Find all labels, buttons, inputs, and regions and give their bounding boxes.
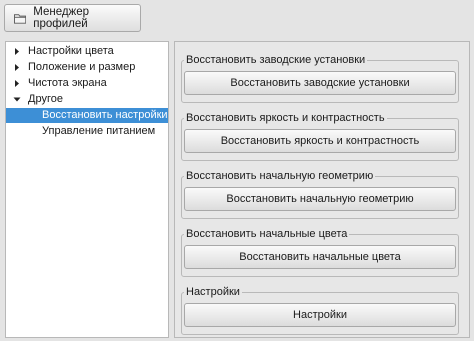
profile-manager-label: Менеджер профилей [33,6,90,30]
tree-item-screen-clarity[interactable]: Чистота экрана [6,76,168,91]
settings-group: Настройки Настройки [181,285,459,335]
settings-tree: Настройки цвета Положение и размер Чисто… [5,41,169,338]
tree-item-position-size[interactable]: Положение и размер [6,60,168,75]
restore-colors-button[interactable]: Восстановить начальные цвета [184,245,456,269]
settings-button[interactable]: Настройки [184,303,456,327]
group-title: Настройки [184,285,242,299]
collapsed-arrow-icon[interactable] [12,44,22,59]
group-title: Восстановить яркость и контрастность [184,111,387,125]
tree-item-label: Чистота экрана [28,77,107,89]
geometry-group: Восстановить начальную геометрию Восстан… [181,169,459,219]
brightness-contrast-group: Восстановить яркость и контрастность Вос… [181,111,459,161]
tree-item-label: Настройки цвета [28,45,114,57]
tree-item-label: Управление питанием [42,125,156,137]
collapsed-arrow-icon[interactable] [12,60,22,75]
colors-group: Восстановить начальные цвета Восстановит… [181,227,459,277]
folder-icon [14,13,27,24]
tree-item-restore-settings[interactable]: Восстановить настройки [6,108,168,123]
group-title: Восстановить начальные цвета [184,227,350,241]
restore-geometry-button[interactable]: Восстановить начальную геометрию [184,187,456,211]
tree-item-label: Положение и размер [28,61,136,73]
group-title: Восстановить начальную геометрию [184,169,376,183]
group-title: Восстановить заводские установки [184,53,368,67]
tree-item-label: Другое [28,93,63,105]
expanded-arrow-icon[interactable] [12,92,22,107]
collapsed-arrow-icon[interactable] [12,76,22,91]
profile-manager-button[interactable]: Менеджер профилей [4,4,141,32]
restore-factory-button[interactable]: Восстановить заводские установки [184,71,456,95]
factory-reset-group: Восстановить заводские установки Восстан… [181,53,459,103]
tree-item-power-management[interactable]: Управление питанием [6,124,168,139]
restore-brightness-contrast-button[interactable]: Восстановить яркость и контрастность [184,129,456,153]
tree-item-color-settings[interactable]: Настройки цвета [6,44,168,59]
tree-item-other[interactable]: Другое [6,92,168,107]
tree-item-label: Восстановить настройки [42,109,168,121]
